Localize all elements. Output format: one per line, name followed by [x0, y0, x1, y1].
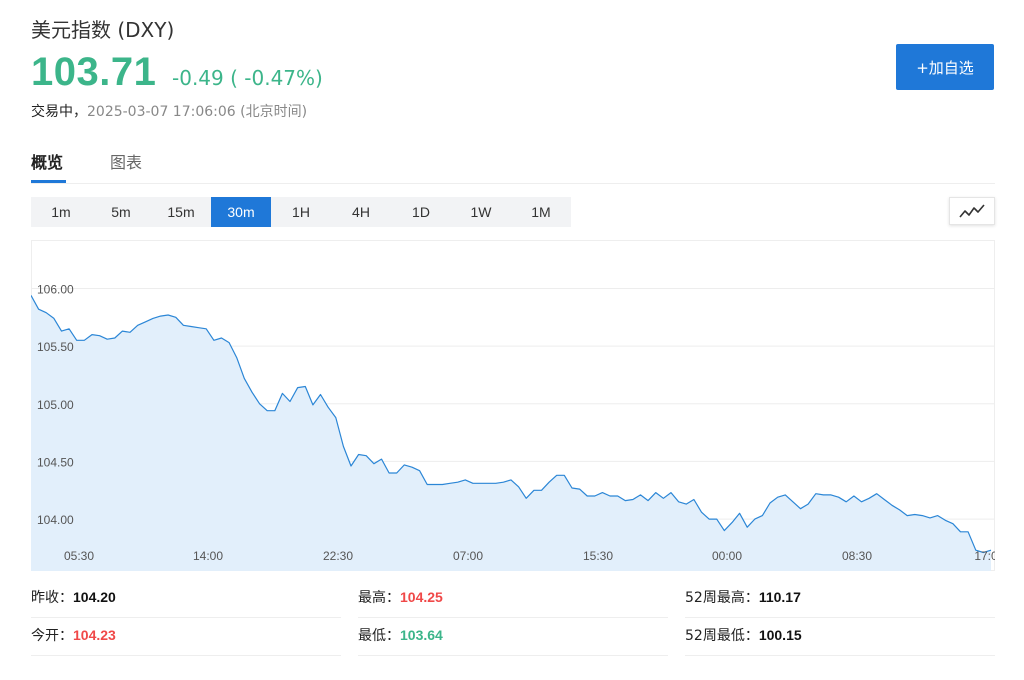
interval-selector: 1m 5m 15m 30m 1H 4H 1D 1W 1M	[31, 197, 571, 227]
interval-1m[interactable]: 1m	[31, 197, 91, 227]
x-tick-label: 00:00	[712, 549, 742, 563]
tab-chart[interactable]: 图表	[110, 149, 142, 173]
tab-bar: 概览 图表	[31, 146, 995, 184]
stat-low: 最低：103.64	[358, 618, 668, 656]
stat-value: 104.25	[400, 589, 443, 605]
x-tick-label: 08:30	[842, 549, 872, 563]
x-tick-label: 15:30	[583, 549, 613, 563]
interval-5m[interactable]: 5m	[91, 197, 151, 227]
stat-label: 52周最高：	[685, 590, 759, 606]
price-chart[interactable]: 106.00 105.50 105.00 104.50 104.00 05:30 14:0…	[31, 240, 995, 571]
x-tick-label: 17:0	[974, 549, 995, 563]
stat-high: 最高：104.25	[358, 580, 668, 618]
price-change: -0.49 ( -0.47%)	[172, 66, 323, 90]
y-tick-label: 105.50	[37, 340, 74, 354]
stat-value: 104.23	[73, 627, 116, 643]
y-tick-label: 105.00	[37, 398, 74, 412]
interval-30m[interactable]: 30m	[211, 197, 271, 227]
stat-label: 今开：	[31, 628, 73, 644]
x-tick-label: 14:00	[193, 549, 223, 563]
stat-value: 104.20	[73, 589, 116, 605]
stat-value: 103.64	[400, 627, 443, 643]
stat-value: 110.17	[758, 589, 801, 605]
interval-1h[interactable]: 1H	[271, 197, 331, 227]
chart-type-button[interactable]	[949, 197, 995, 225]
trading-status: 交易中，2025-03-07 17:06:06 (北京时间)	[31, 101, 307, 121]
line-chart-icon	[959, 204, 985, 218]
stat-label: 最高：	[358, 590, 400, 606]
active-tab-indicator	[31, 180, 66, 183]
interval-4h[interactable]: 4H	[331, 197, 391, 227]
stat-open: 今开：104.23	[31, 618, 341, 656]
y-tick-label: 104.50	[37, 455, 74, 469]
interval-15m[interactable]: 15m	[151, 197, 211, 227]
interval-1mo[interactable]: 1M	[511, 197, 571, 227]
interval-1d[interactable]: 1D	[391, 197, 451, 227]
status-label: 交易中，	[31, 104, 87, 120]
stat-label: 昨收：	[31, 590, 73, 606]
y-tick-label: 104.00	[37, 513, 74, 527]
tab-overview[interactable]: 概览	[31, 149, 63, 173]
stat-52w-low: 52周最低：100.15	[685, 618, 995, 656]
x-tick-label: 07:00	[453, 549, 483, 563]
stat-prev-close: 昨收：104.20	[31, 580, 341, 618]
interval-1w[interactable]: 1W	[451, 197, 511, 227]
add-watchlist-button[interactable]: +加自选	[896, 44, 994, 90]
x-tick-label: 22:30	[323, 549, 353, 563]
stat-label: 最低：	[358, 628, 400, 644]
stat-label: 52周最低：	[685, 628, 759, 644]
status-timestamp: 2025-03-07 17:06:06 (北京时间)	[87, 104, 308, 120]
stat-value: 100.15	[758, 627, 802, 643]
page-title: 美元指数 (DXY)	[31, 18, 175, 42]
current-price: 103.71	[31, 50, 157, 94]
x-tick-label: 05:30	[64, 549, 94, 563]
y-tick-label: 106.00	[37, 282, 74, 296]
stat-52w-high: 52周最高：110.17	[685, 580, 995, 618]
